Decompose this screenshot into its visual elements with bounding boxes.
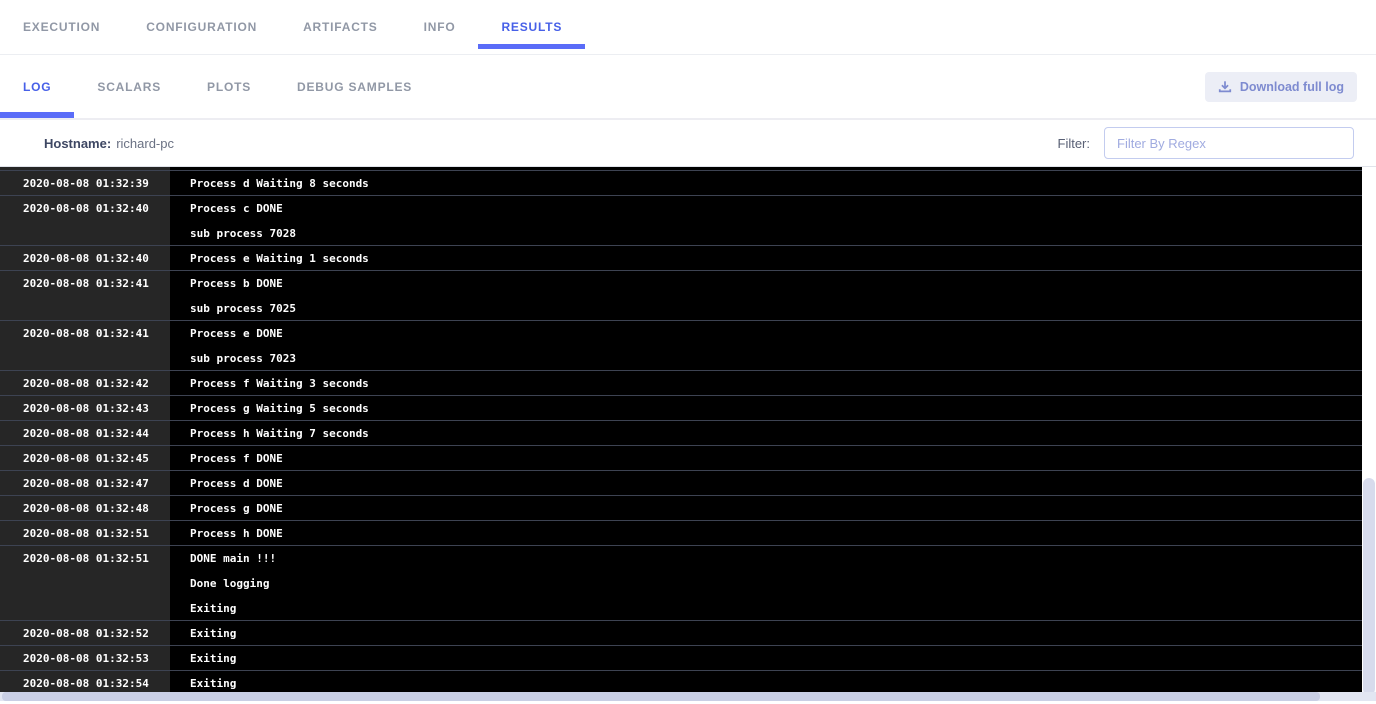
log-timestamp: 2020-08-08 01:32:48 xyxy=(0,496,170,520)
log-timestamp: 2020-08-08 01:32:40 xyxy=(0,246,170,270)
hostname-label: Hostname: xyxy=(44,136,111,151)
tab-scalars[interactable]: SCALARS xyxy=(74,55,184,118)
log-messages: Process d DONE xyxy=(170,471,1362,495)
log-timestamp: 2020-08-08 01:32:45 xyxy=(0,446,170,470)
log-row: 2020-08-08 01:32:40Process c DONEsub pro… xyxy=(0,196,1362,246)
log-message-line: sub process 7025 xyxy=(190,296,1362,321)
log-row: 2020-08-08 01:32:40 Process e Waiting 1 s… xyxy=(0,246,1362,271)
download-icon xyxy=(1218,80,1232,94)
log-message-line: Process f DONE xyxy=(190,446,1362,471)
download-button-label: Download full log xyxy=(1240,80,1344,94)
log-messages: Process e DONEsub process 7023 xyxy=(170,321,1362,370)
log-row: 2020-08-08 01:32:53 Exiting xyxy=(0,646,1362,671)
log-row: 2020-08-08 01:32:41Process b DONEsub pro… xyxy=(0,271,1362,321)
tab-debug-samples[interactable]: DEBUG SAMPLES xyxy=(274,55,435,118)
log-message-line: DONE main !!! xyxy=(190,546,1362,571)
log-messages: Process h Waiting 7 seconds xyxy=(170,421,1362,445)
log-message-line: Process c DONE xyxy=(190,196,1362,221)
tab-execution[interactable]: EXECUTION xyxy=(0,0,123,54)
tab-log[interactable]: LOG xyxy=(0,55,74,118)
log-timestamp: 2020-08-08 01:32:43 xyxy=(0,396,170,420)
log-row: 2020-08-08 01:32:51 Process h DONE xyxy=(0,521,1362,546)
log-row: 2020-08-08 01:32:41Process e DONEsub pro… xyxy=(0,321,1362,371)
log-timestamp: 2020-08-08 01:32:53 xyxy=(0,646,170,670)
results-tab-bar: LOG SCALARS PLOTS DEBUG SAMPLES Download… xyxy=(0,55,1376,120)
log-timestamp: 2020-08-08 01:32:44 xyxy=(0,421,170,445)
log-message-line: Process d DONE xyxy=(190,471,1362,496)
log-message-line: Exiting xyxy=(190,596,1362,621)
vertical-scrollbar-track[interactable] xyxy=(1362,167,1376,695)
download-full-log-button[interactable]: Download full log xyxy=(1205,72,1357,102)
log-timestamp: 2020-08-08 01:32:51 xyxy=(0,521,170,545)
log-row: 2020-08-08 01:32:43 Process g Waiting 5 s… xyxy=(0,396,1362,421)
tab-artifacts[interactable]: ARTIFACTS xyxy=(280,0,401,54)
main-tab-bar: EXECUTION CONFIGURATION ARTIFACTS INFO R… xyxy=(0,0,1376,55)
log-timestamp: 2020-08-08 01:32:41 xyxy=(0,321,170,370)
log-messages: DONE main !!!Done loggingExiting xyxy=(170,546,1362,620)
horizontal-scrollbar-thumb[interactable] xyxy=(2,692,1320,701)
log-message-line: sub process 7028 xyxy=(190,221,1362,246)
log-timestamp: 2020-08-08 01:32:39 xyxy=(0,171,170,195)
filter-regex-input[interactable] xyxy=(1104,127,1354,159)
log-timestamp: 2020-08-08 01:32:40 xyxy=(0,196,170,245)
log-messages: Process d Waiting 8 seconds xyxy=(170,171,1362,195)
tab-results[interactable]: RESULTS xyxy=(478,0,585,54)
log-message-line: Process e Waiting 1 seconds xyxy=(190,246,1362,271)
filter-group: Filter: xyxy=(1058,127,1355,159)
log-messages: Process g DONE xyxy=(170,496,1362,520)
log-timestamp: 2020-08-08 01:32:41 xyxy=(0,271,170,320)
log-messages: Process e Waiting 1 seconds xyxy=(170,246,1362,270)
log-messages: Process h DONE xyxy=(170,521,1362,545)
log-row: 2020-08-08 01:32:52 Exiting xyxy=(0,621,1362,646)
log-row: 2020-08-08 01:32:51DONE main !!!Done log… xyxy=(0,546,1362,621)
log-message-line: Exiting xyxy=(190,621,1362,646)
log-panel: 2020-08-08 01:32:39 Process d Waiting 8 s… xyxy=(0,167,1376,695)
log-message-line: Process f Waiting 3 seconds xyxy=(190,371,1362,396)
log-message-line: Exiting xyxy=(190,646,1362,671)
log-message-line: sub process 7023 xyxy=(190,346,1362,371)
vertical-scrollbar-thumb[interactable] xyxy=(1363,478,1375,695)
log-timestamp: 2020-08-08 01:32:51 xyxy=(0,546,170,620)
log-row: 2020-08-08 01:32:45 Process f DONE xyxy=(0,446,1362,471)
tab-info[interactable]: INFO xyxy=(401,0,479,54)
log-row: 2020-08-08 01:32:42 Process f Waiting 3 s… xyxy=(0,371,1362,396)
log-timestamp: 2020-08-08 01:32:42 xyxy=(0,371,170,395)
log-row: 2020-08-08 01:32:39 Process d Waiting 8 s… xyxy=(0,171,1362,196)
tab-configuration[interactable]: CONFIGURATION xyxy=(123,0,280,54)
log-message-line: Process d Waiting 8 seconds xyxy=(190,171,1362,196)
log-timestamp: 2020-08-08 01:32:52 xyxy=(0,621,170,645)
log-timestamp: 2020-08-08 01:32:47 xyxy=(0,471,170,495)
log-rows: 2020-08-08 01:32:39 Process d Waiting 8 s… xyxy=(0,167,1362,695)
log-message-line: Process g DONE xyxy=(190,496,1362,521)
log-message-line: Process e DONE xyxy=(190,321,1362,346)
log-message-line: Done logging xyxy=(190,571,1362,596)
tab-plots[interactable]: PLOTS xyxy=(184,55,274,118)
results-page: EXECUTION CONFIGURATION ARTIFACTS INFO R… xyxy=(0,0,1376,704)
log-messages: Exiting xyxy=(170,621,1362,645)
log-message-line: Process b DONE xyxy=(190,271,1362,296)
filter-label: Filter: xyxy=(1058,136,1091,151)
log-messages: Process f DONE xyxy=(170,446,1362,470)
log-messages: Process c DONEsub process 7028 xyxy=(170,196,1362,245)
log-messages: Process g Waiting 5 seconds xyxy=(170,396,1362,420)
log-message-line: Process g Waiting 5 seconds xyxy=(190,396,1362,421)
log-message-line: Process h DONE xyxy=(190,521,1362,546)
log-messages: Exiting xyxy=(170,646,1362,670)
log-messages: Process f Waiting 3 seconds xyxy=(170,371,1362,395)
log-toolbar: Hostname: richard-pc Filter: xyxy=(0,120,1376,167)
log-message-line: Process h Waiting 7 seconds xyxy=(190,421,1362,446)
horizontal-scrollbar-track[interactable] xyxy=(0,692,1376,701)
log-row: 2020-08-08 01:32:47 Process d DONE xyxy=(0,471,1362,496)
log-row: 2020-08-08 01:32:44 Process h Waiting 7 s… xyxy=(0,421,1362,446)
log-row: 2020-08-08 01:32:48 Process g DONE xyxy=(0,496,1362,521)
hostname-value: richard-pc xyxy=(116,136,174,151)
log-messages: Process b DONEsub process 7025 xyxy=(170,271,1362,320)
